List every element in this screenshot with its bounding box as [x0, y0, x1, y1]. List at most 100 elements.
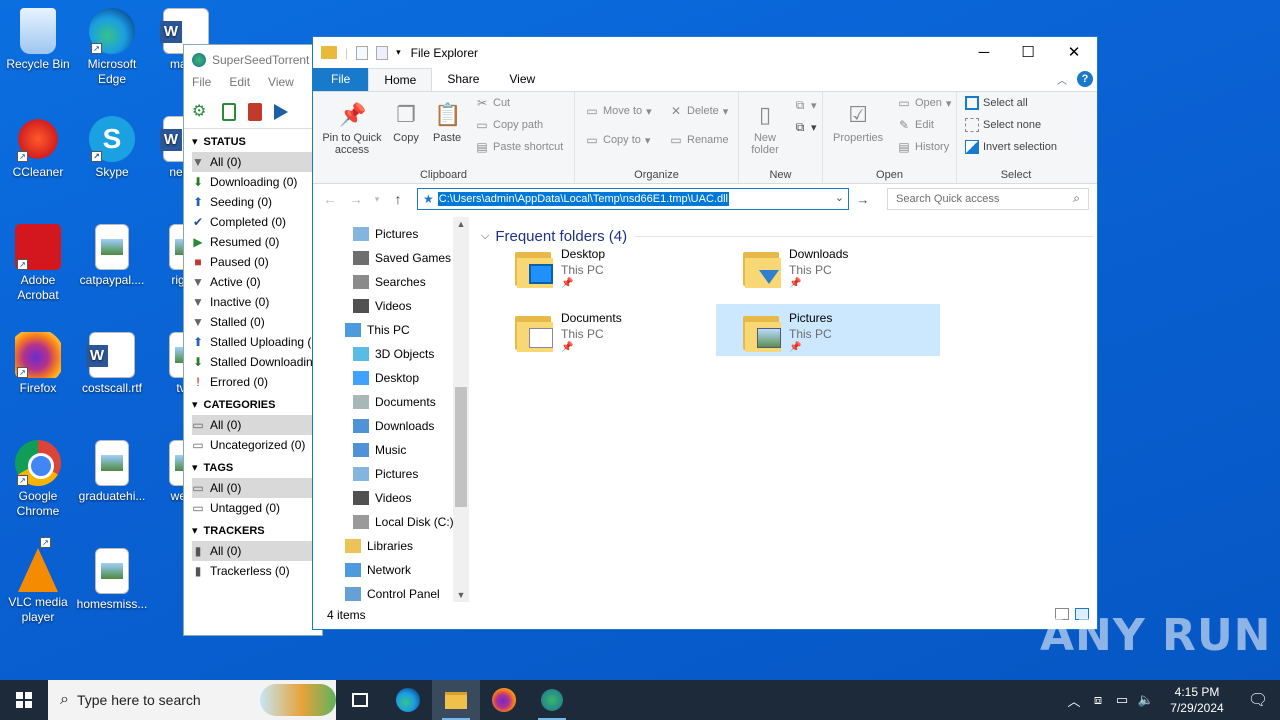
- desktop-icon-homesmiss[interactable]: homesmiss...: [74, 548, 150, 612]
- nav-item-searches[interactable]: Searches: [313, 270, 469, 294]
- filter-item[interactable]: ⬆ Stalled Uploading (: [192, 332, 322, 352]
- task-view-icon[interactable]: [336, 680, 384, 720]
- tab-file[interactable]: File: [313, 68, 369, 91]
- folder-tile-desktop[interactable]: Desktop This PC 📌: [515, 243, 739, 295]
- folder-tile-pictures[interactable]: Pictures This PC 📌: [716, 304, 940, 356]
- copy-path-button[interactable]: ▭ Copy path: [475, 118, 543, 132]
- properties-button[interactable]: ☑ Properties: [833, 100, 883, 144]
- nav-item-local-disk-c[interactable]: Local Disk (C:): [313, 510, 469, 534]
- history-button[interactable]: ▤ History: [897, 140, 949, 154]
- section-header-status[interactable]: STATUS: [192, 132, 322, 152]
- filter-item[interactable]: ▮ Trackerless (0): [192, 561, 322, 581]
- superseed-window[interactable]: SuperSeedTorrent v File Edit View To ⚙ S…: [183, 44, 323, 636]
- minimize-button[interactable]: ─: [961, 37, 1007, 68]
- filter-item[interactable]: ▼ Stalled (0): [192, 312, 322, 332]
- scroll-up-icon[interactable]: ▲: [453, 219, 469, 229]
- filter-item[interactable]: ▭ Untagged (0): [192, 498, 322, 518]
- copy-button[interactable]: ❐ Copy: [393, 100, 419, 144]
- filter-item[interactable]: ▼ Inactive (0): [192, 292, 322, 312]
- folder-tile-documents[interactable]: Documents This PC 📌: [515, 307, 739, 359]
- paste-button[interactable]: 📋 Paste: [433, 100, 461, 144]
- select-all-button[interactable]: Select all: [965, 96, 1028, 110]
- tab-view[interactable]: View: [494, 68, 550, 91]
- nav-item-network[interactable]: Network: [313, 558, 469, 582]
- tab-share[interactable]: Share: [432, 68, 494, 91]
- desktop-icon-firefox[interactable]: ↗ Firefox: [0, 332, 76, 396]
- desktop-icon-microsoft-edge[interactable]: ↗ Microsoft Edge: [74, 8, 150, 87]
- filter-item[interactable]: ⬆ Seeding (0): [192, 192, 322, 212]
- section-header-categories[interactable]: CATEGORIES: [192, 395, 322, 415]
- pin-quick-access-button[interactable]: 📌 Pin to Quick access: [319, 100, 385, 156]
- taskbar-firefox-icon[interactable]: [480, 680, 528, 720]
- nav-item-desktop[interactable]: Desktop: [313, 366, 469, 390]
- close-button[interactable]: ✕: [1051, 37, 1097, 68]
- up-arrow-icon[interactable]: ↑: [387, 191, 409, 207]
- menu-view[interactable]: View: [268, 75, 294, 95]
- start-button[interactable]: [0, 680, 48, 720]
- address-dropdown-icon[interactable]: ⌄: [835, 191, 844, 204]
- nav-item-this-pc[interactable]: This PC: [313, 318, 469, 342]
- taskbar-file-explorer-icon[interactable]: [432, 680, 480, 720]
- address-bar[interactable]: ★ C:\Users\admin\AppData\Local\Temp\nsd6…: [417, 188, 849, 210]
- filter-item[interactable]: ▭ Uncategorized (0): [192, 435, 322, 455]
- filter-item[interactable]: ▮ All (0): [192, 541, 322, 561]
- delete-button[interactable]: ✕ Delete ▾: [669, 104, 728, 118]
- desktop-icon-skype[interactable]: S ↗ Skype: [74, 116, 150, 180]
- cut-button[interactable]: ✂ Cut: [475, 96, 510, 110]
- properties-quick-icon[interactable]: [356, 45, 369, 60]
- volume-icon[interactable]: 🔈: [1134, 692, 1158, 708]
- tab-home[interactable]: Home: [368, 68, 433, 91]
- collapse-ribbon-icon[interactable]: ︿: [1057, 72, 1067, 87]
- desktop-icon-vlc-media-player[interactable]: ↗ VLC media player: [0, 537, 76, 625]
- chevron-up-icon[interactable]: ︿: [1062, 691, 1086, 710]
- menu-edit[interactable]: Edit: [229, 75, 250, 95]
- recent-locations-icon[interactable]: ▾: [371, 194, 383, 205]
- file-explorer-window[interactable]: | ▾ File Explorer ─ ☐ ✕ File Home Share …: [312, 36, 1098, 630]
- explorer-titlebar[interactable]: | ▾ File Explorer ─ ☐ ✕: [313, 37, 1097, 68]
- address-text[interactable]: C:\Users\admin\AppData\Local\Temp\nsd66E…: [437, 192, 729, 206]
- desktop-icon-graduatehi[interactable]: graduatehi...: [74, 440, 150, 504]
- nav-item-3d-objects[interactable]: 3D Objects: [313, 342, 469, 366]
- new-folder-button[interactable]: ▯ New folder: [747, 100, 783, 156]
- help-icon[interactable]: ?: [1077, 71, 1093, 87]
- forward-arrow-icon[interactable]: →: [345, 191, 367, 207]
- folder-tile-downloads[interactable]: Downloads This PC 📌: [743, 243, 967, 295]
- superseed-titlebar[interactable]: SuperSeedTorrent v: [184, 45, 322, 75]
- filter-item[interactable]: ▭ All (0): [192, 478, 322, 498]
- nav-item-pictures[interactable]: Pictures: [313, 462, 469, 486]
- new-item-button[interactable]: ⧉ ▾: [793, 98, 817, 112]
- filter-item[interactable]: ▼ Active (0): [192, 272, 322, 292]
- section-header-tags[interactable]: TAGS: [192, 458, 322, 478]
- desktop-icon-recycle-bin[interactable]: Recycle Bin: [0, 8, 76, 72]
- nav-item-control-panel[interactable]: Control Panel: [313, 582, 469, 602]
- filter-item[interactable]: ⬇ Downloading (0): [192, 172, 322, 192]
- filter-item[interactable]: ✔ Completed (0): [192, 212, 322, 232]
- desktop-icon-google-chrome[interactable]: ↗ Google Chrome: [0, 440, 76, 519]
- nav-item-pictures[interactable]: Pictures: [313, 222, 469, 246]
- section-header-trackers[interactable]: TRACKERS: [192, 521, 322, 541]
- taskbar-search[interactable]: ⌕ Type here to search: [48, 680, 336, 720]
- clock[interactable]: 4:15 PM 7/29/2024: [1158, 684, 1236, 716]
- filter-item[interactable]: ▼ All (0): [192, 152, 322, 172]
- network-status-icon[interactable]: ⧈: [1086, 692, 1110, 708]
- go-arrow-icon[interactable]: →: [853, 192, 873, 207]
- nav-scrollbar[interactable]: ▲ ▼: [453, 217, 469, 602]
- ethernet-icon[interactable]: ▭: [1110, 692, 1134, 708]
- invert-selection-button[interactable]: Invert selection: [965, 140, 1057, 154]
- scroll-down-icon[interactable]: ▼: [453, 590, 469, 600]
- nav-item-libraries[interactable]: Libraries: [313, 534, 469, 558]
- paste-shortcut-button[interactable]: ▤ Paste shortcut: [475, 140, 563, 154]
- nav-item-downloads[interactable]: Downloads: [313, 414, 469, 438]
- nav-item-videos[interactable]: Videos: [313, 486, 469, 510]
- delete-icon[interactable]: [248, 102, 262, 121]
- filter-item[interactable]: ▭ All (0): [192, 415, 322, 435]
- filter-item[interactable]: ▶ Resumed (0): [192, 232, 322, 252]
- add-torrent-link-icon[interactable]: ⚙: [192, 103, 210, 121]
- filter-item[interactable]: ■ Paused (0): [192, 252, 322, 272]
- customize-qat-icon[interactable]: ▾: [396, 47, 401, 58]
- easy-access-button[interactable]: ⧉ ▾: [793, 120, 817, 134]
- scroll-thumb[interactable]: [455, 387, 467, 507]
- open-button[interactable]: ▭ Open ▾: [897, 96, 951, 110]
- add-torrent-file-icon[interactable]: [222, 102, 236, 121]
- maximize-button[interactable]: ☐: [1005, 37, 1051, 68]
